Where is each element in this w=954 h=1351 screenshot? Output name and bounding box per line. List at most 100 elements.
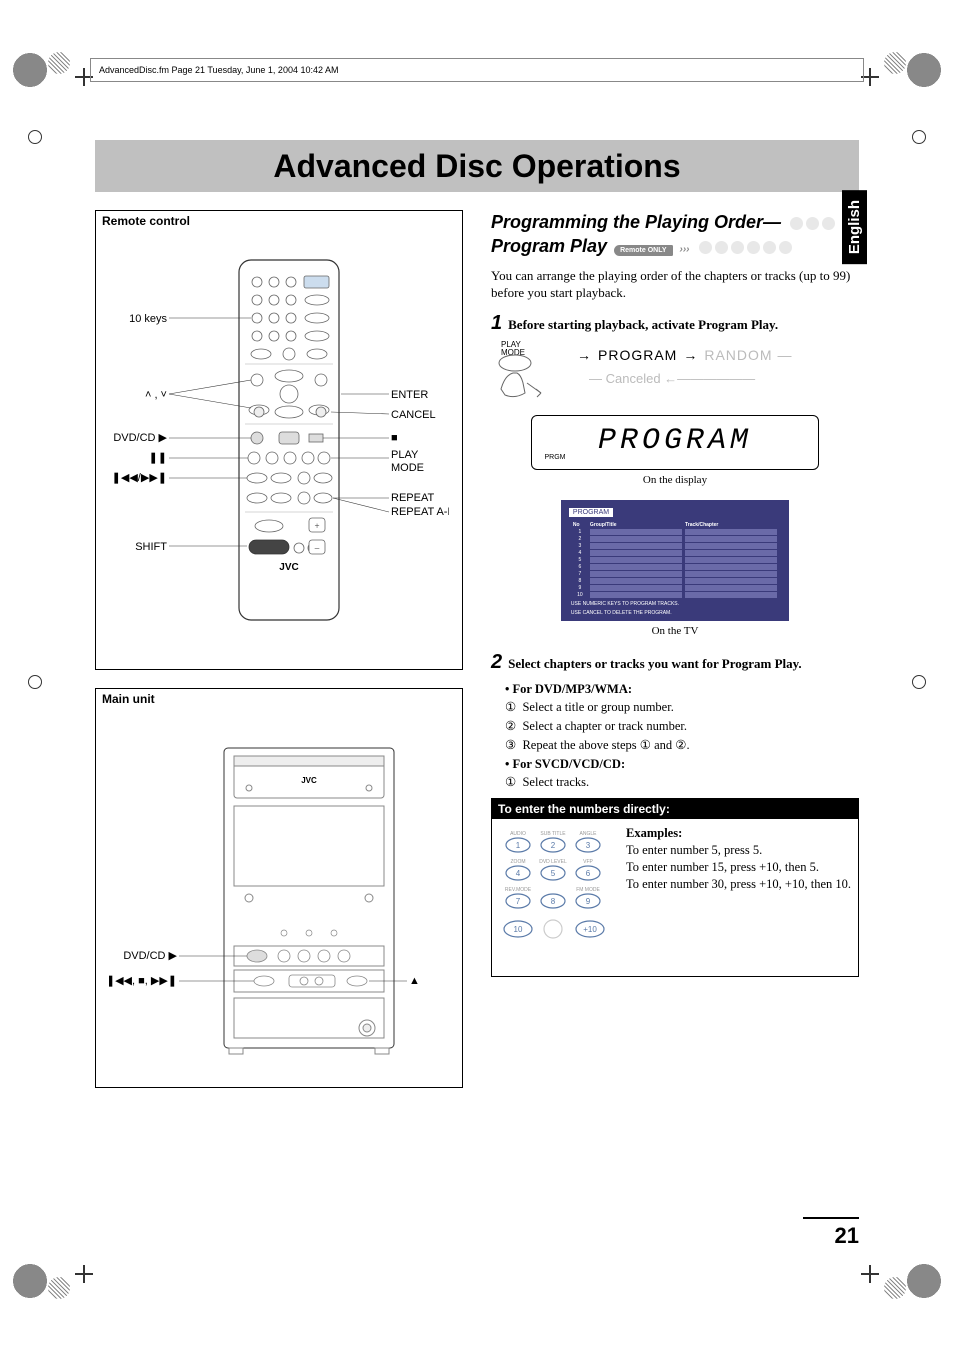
registration-mark-icon — [75, 1265, 93, 1283]
display-text: PROGRAM — [540, 424, 809, 458]
hatch-mark-icon — [884, 52, 906, 74]
mainunit-svg: JVC — [109, 718, 449, 1078]
svg-text:FM MODE: FM MODE — [576, 887, 600, 893]
svg-text:SUB TITLE: SUB TITLE — [540, 831, 566, 837]
step-num: 2 — [491, 651, 502, 674]
example-2: To enter number 15, press +10, then 5. — [626, 859, 852, 876]
section-intro: You can arrange the playing order of the… — [491, 267, 859, 302]
svg-text:7: 7 — [516, 897, 521, 906]
callout-cancel: CANCEL — [391, 409, 436, 421]
corner-mark-icon — [10, 1261, 50, 1301]
side-mark-icon — [28, 675, 42, 689]
corner-mark-icon — [10, 50, 50, 90]
keypad-diagram: AUDIO SUB TITLE ANGLE 1 2 3 ZOOM DVD LEVEL VFP — [498, 825, 618, 970]
callout-repeat: REPEAT — [391, 492, 434, 504]
tv-title: PROGRAM — [569, 508, 613, 517]
step2-list: • For DVD/MP3/WMA: ① Select a title or g… — [505, 680, 859, 793]
page-number: 21 — [835, 1223, 859, 1249]
callout-mu-transport: ❚◀◀, ■, ▶▶❚ — [109, 975, 177, 987]
step-2: 2 Select chapters or tracks you want for… — [491, 651, 859, 674]
svg-text:AUDIO: AUDIO — [510, 831, 526, 837]
example-3: To enter number 30, press +10, +10, then… — [626, 876, 852, 893]
hatch-mark-icon — [48, 1277, 70, 1299]
svg-text:6: 6 — [586, 869, 591, 878]
hatch-mark-icon — [884, 1277, 906, 1299]
corner-mark-icon — [904, 1261, 944, 1301]
svg-text:DVD LEVEL: DVD LEVEL — [539, 859, 567, 865]
callout-mu-eject: ▲ — [409, 975, 420, 987]
play-mode-diagram: PLAYMODE →PROGRAM→RANDOM — — Canceled ←—… — [491, 341, 859, 403]
tv-note1: USE NUMERIC KEYS TO PROGRAM TRACKS. — [571, 601, 779, 607]
hatch-mark-icon — [48, 52, 70, 74]
side-mark-icon — [912, 675, 926, 689]
remote-diagram: + – JVC — [95, 230, 463, 670]
remote-only-badge: Remote ONLY — [614, 245, 672, 256]
enter-numbers-box: To enter the numbers directly: AUDIO SUB … — [491, 798, 859, 977]
disc-icon — [822, 217, 835, 230]
callout-10keys: 10 keys — [129, 313, 167, 325]
enter-header: To enter the numbers directly: — [492, 799, 858, 819]
callout-playmode-a: PLAY — [391, 449, 419, 461]
svg-text:VFP: VFP — [583, 859, 593, 865]
svg-text:ANGLE: ANGLE — [580, 831, 598, 837]
example-1: To enter number 5, press 5. — [626, 842, 852, 859]
display-caption: On the display — [491, 474, 859, 486]
step-text: Select chapters or tracks you want for P… — [508, 656, 802, 672]
callout-skip: ❚◀◀/▶▶❚ — [112, 472, 167, 484]
disc-icon — [779, 241, 792, 254]
tv-grid: NoGroup/TitleTrack/Chapter 1 2 3 4 5 6 7… — [573, 522, 777, 598]
corner-mark-icon — [904, 50, 944, 90]
svg-text:1: 1 — [516, 841, 521, 850]
tv-caption: On the TV — [491, 625, 859, 637]
svg-text:10: 10 — [514, 925, 523, 934]
ir-icon: ››› — [680, 243, 690, 257]
svg-text:5: 5 — [551, 869, 556, 878]
remote-box-label: Remote control — [95, 210, 463, 231]
svg-text:JVC: JVC — [301, 776, 317, 785]
step-text: Before starting playback, activate Progr… — [508, 317, 778, 333]
display-panel: PROGRAM PRGM — [531, 415, 818, 470]
callout-pause: ❚❚ — [149, 452, 167, 464]
display-tag: PRGM — [544, 454, 813, 461]
title-bar: Advanced Disc Operations — [95, 140, 859, 192]
page-header-frame: AdvancedDisc.fm Page 21 Tuesday, June 1,… — [90, 58, 864, 82]
disc-icon — [715, 241, 728, 254]
svg-text:2: 2 — [551, 841, 556, 850]
callout-dvdcd: DVD/CD ▶ — [113, 432, 167, 444]
disc-icon — [806, 217, 819, 230]
hand-press-icon — [491, 353, 545, 399]
side-mark-icon — [28, 130, 42, 144]
examples-heading: Examples: — [626, 825, 852, 842]
svg-text:+: + — [314, 521, 319, 531]
callout-updown: ˄ , ˅ — [145, 389, 167, 401]
language-tab: English — [842, 190, 867, 264]
callout-repeatab: REPEAT A-B — [391, 506, 449, 518]
page-content: Advanced Disc Operations English Remote … — [95, 140, 859, 1251]
disc-icon — [763, 241, 776, 254]
disc-icon — [699, 241, 712, 254]
callout-playmode-b: MODE — [391, 462, 424, 474]
section-heading-a: Programming the Playing Order— — [491, 212, 781, 232]
section-heading: Programming the Playing Order— Program P… — [491, 210, 859, 259]
callout-shift: SHIFT — [135, 541, 167, 553]
mode-flow: →PROGRAM→RANDOM — — [571, 347, 859, 363]
step-1: 1 Before starting playback, activate Pro… — [491, 312, 859, 335]
svg-text:8: 8 — [551, 897, 556, 906]
mainunit-diagram: JVC — [95, 708, 463, 1088]
remote-svg: + – JVC — [109, 240, 449, 660]
callout-enter: ENTER — [391, 389, 428, 401]
disc-icon — [747, 241, 760, 254]
side-mark-icon — [912, 130, 926, 144]
svg-text:ZOOM: ZOOM — [511, 859, 526, 865]
svg-text:9: 9 — [586, 897, 591, 906]
callout-mu-dvdcd: DVD/CD ▶ — [123, 950, 177, 962]
tv-note2: USE CANCEL TO DELETE THE PROGRAM. — [571, 610, 779, 616]
mode-flow-canceled: — Canceled ←—————— — [589, 371, 755, 386]
svg-text:3: 3 — [586, 841, 591, 850]
disc-icon — [731, 241, 744, 254]
page-header-text: AdvancedDisc.fm Page 21 Tuesday, June 1,… — [99, 65, 338, 75]
brand-text: JVC — [279, 562, 298, 573]
examples: Examples: To enter number 5, press 5. To… — [626, 825, 852, 970]
step-num: 1 — [491, 312, 502, 335]
registration-mark-icon — [861, 1265, 879, 1283]
